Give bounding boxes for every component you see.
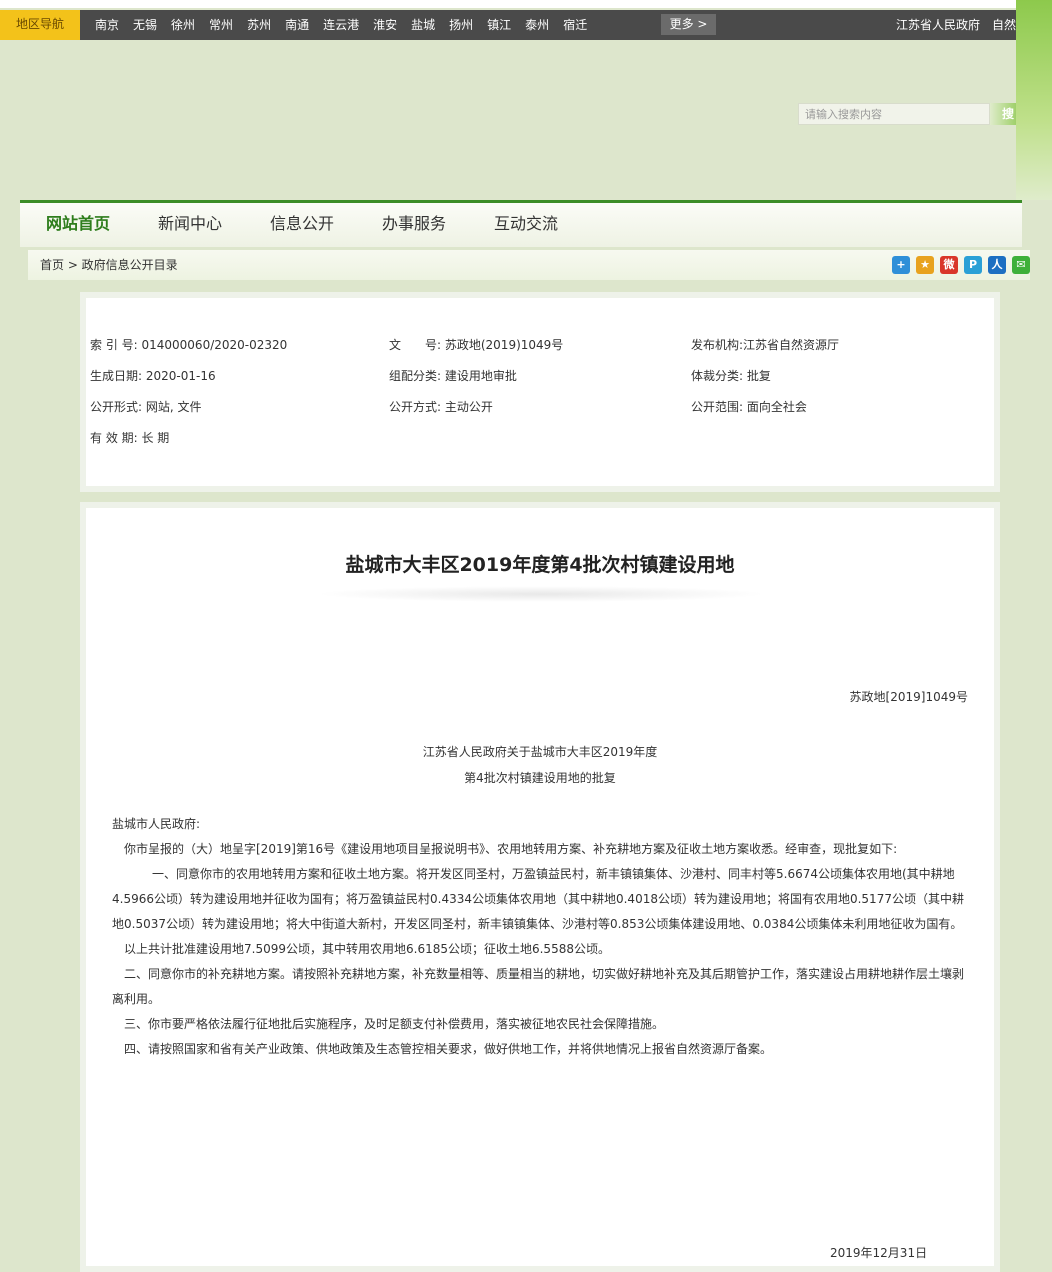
city-link[interactable]: 南京 — [88, 10, 126, 40]
city-link[interactable]: 宿迁 — [556, 10, 594, 40]
doc-paragraph-4: 二、同意你市的补充耕地方案。请按照补充耕地方案，补充数量相等、质量相当的耕地，切… — [112, 967, 965, 1006]
doc-subtitle-1: 江苏省人民政府关于盐城市大丰区2019年度 — [422, 745, 658, 759]
nav-info[interactable]: 信息公开 — [270, 203, 334, 245]
city-list: 南京 无锡 徐州 常州 苏州 南通 连云港 淮安 盐城 扬州 镇江 泰州 宿迁 — [88, 10, 594, 40]
meta-open-method: 公开方式: 主动公开 — [389, 400, 493, 414]
city-link[interactable]: 盐城 — [404, 10, 442, 40]
share-icons: + ★ 微 P 人 ✉ — [892, 256, 1030, 274]
meta-open-form: 公开形式: 网站, 文件 — [90, 400, 202, 414]
gov-link[interactable]: 江苏省人民政府 自然 — [896, 10, 1016, 40]
region-nav-bar: 地区导航 南京 无锡 徐州 常州 苏州 南通 连云港 淮安 盐城 扬州 镇江 泰州 宿迁 更多 > 江苏… — [0, 10, 1016, 40]
meta-genre: 体裁分类: 批复 — [691, 369, 771, 383]
plus-icon[interactable]: + — [892, 256, 910, 274]
city-link[interactable]: 徐州 — [164, 10, 202, 40]
nav-home[interactable]: 网站首页 — [46, 203, 110, 245]
nav-services[interactable]: 办事服务 — [382, 203, 446, 245]
breadcrumb: 首页 > 政府信息公开目录 + ★ 微 P 人 ✉ — [28, 250, 1030, 280]
qzone-icon[interactable]: ★ — [916, 256, 934, 274]
meta-index-no: 索 引 号: 014000060/2020-02320 — [90, 338, 288, 352]
weibo-icon[interactable]: 微 — [940, 256, 958, 274]
tencent-weibo-icon[interactable]: P — [964, 256, 982, 274]
doc-paragraph-5: 三、你市要严格依法履行征地批后实施程序，及时足额支付补偿费用，落实被征地农民社会… — [124, 1017, 665, 1031]
meta-open-scope: 公开范围: 面向全社会 — [691, 400, 807, 414]
city-link[interactable]: 无锡 — [126, 10, 164, 40]
doc-salutation: 盐城市人民政府: — [112, 817, 201, 831]
meta-publisher: 发布机构:江苏省自然资源厅 — [691, 338, 840, 352]
meta-panel: 索 引 号: 014000060/2020-02320 文 号: 苏政地(201… — [80, 292, 1000, 492]
nav-interaction[interactable]: 互动交流 — [494, 203, 558, 245]
city-link[interactable]: 连云港 — [316, 10, 366, 40]
city-link[interactable]: 常州 — [202, 10, 240, 40]
city-link[interactable]: 南通 — [278, 10, 316, 40]
doc-subtitle-2: 第4批次村镇建设用地的批复 — [464, 771, 616, 785]
top-strip — [0, 0, 1052, 8]
doc-date: 2019年12月31日 — [830, 1246, 928, 1260]
more-cities-button[interactable]: 更多 > — [661, 14, 716, 35]
doc-title: 盐城市大丰区2019年度第4批次村镇建设用地 — [345, 554, 735, 576]
search-input[interactable]: 请输入搜索内容 — [798, 103, 990, 125]
city-link[interactable]: 扬州 — [442, 10, 480, 40]
main-nav: 网站首页 新闻中心 信息公开 办事服务 互动交流 — [20, 200, 1022, 247]
city-link[interactable]: 淮安 — [366, 10, 404, 40]
doc-paragraph-3: 以上共计批准建设用地7.5099公顷，其中转用农用地6.6185公顷；征收土地6… — [124, 942, 610, 956]
doc-paragraph-1: 你市呈报的（大）地呈字[2019]第16号《建设用地项目呈报说明书》、农用地转用… — [124, 842, 898, 856]
meta-validity: 有 效 期: 长 期 — [90, 431, 170, 445]
wechat-icon[interactable]: ✉ — [1012, 256, 1030, 274]
doc-paragraph-6: 四、请按照国家和省有关产业政策、供地政策及生态管控相关要求，做好供地工作，并将供… — [124, 1042, 773, 1056]
breadcrumb-text[interactable]: 首页 > 政府信息公开目录 — [40, 250, 178, 280]
meta-gen-date: 生成日期: 2020-01-16 — [90, 369, 216, 383]
doc-number: 苏政地[2019]1049号 — [849, 690, 968, 704]
doc-paragraph-2: 一、同意你市的农用地转用方案和征收土地方案。将开发区同圣村，万盈镇益民村，新丰镇… — [112, 867, 964, 931]
nav-news[interactable]: 新闻中心 — [158, 203, 222, 245]
renren-icon[interactable]: 人 — [988, 256, 1006, 274]
search-button[interactable]: 搜 — [990, 103, 1016, 125]
document-panel: 盐城市大丰区2019年度第4批次村镇建设用地 苏政地[2019]1049号 江苏… — [80, 502, 1000, 1272]
meta-doc-no: 文 号: 苏政地(2019)1049号 — [389, 338, 564, 352]
city-link[interactable]: 泰州 — [518, 10, 556, 40]
title-divider — [316, 586, 766, 602]
city-link[interactable]: 镇江 — [480, 10, 518, 40]
city-link[interactable]: 苏州 — [240, 10, 278, 40]
meta-category: 组配分类: 建设用地审批 — [389, 369, 517, 383]
region-nav-label: 地区导航 — [0, 10, 80, 40]
side-gradient — [1016, 0, 1052, 200]
